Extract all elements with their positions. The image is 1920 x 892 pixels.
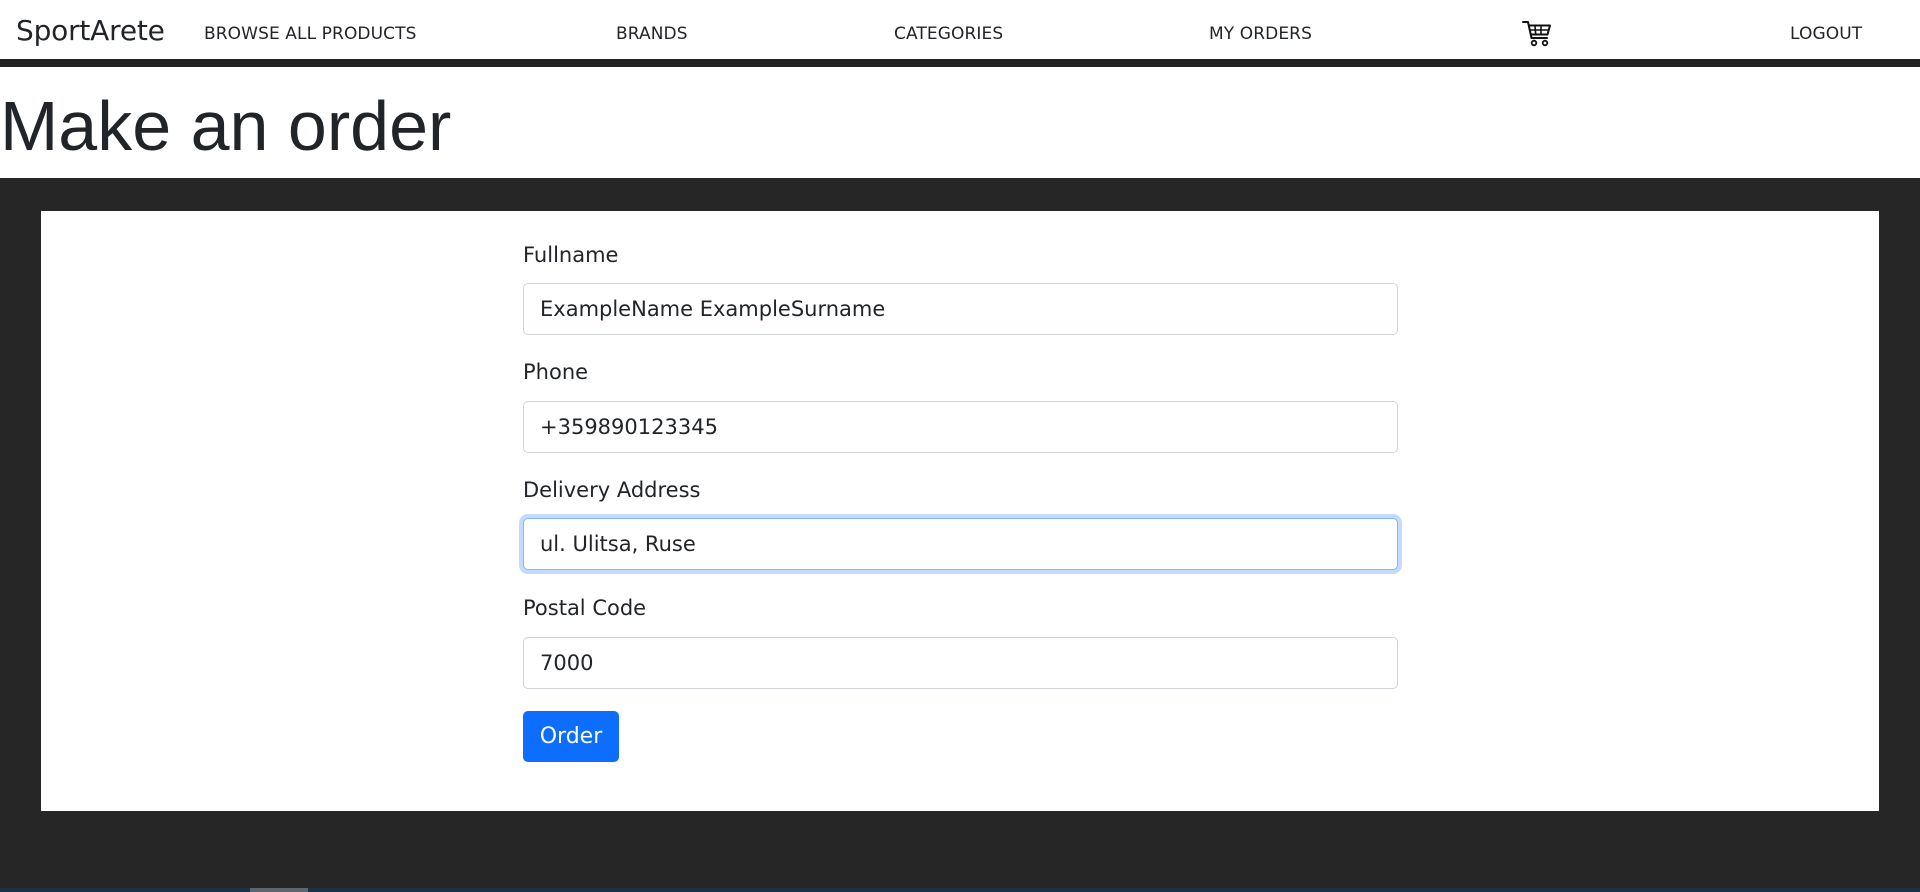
page-header: Make an order xyxy=(0,67,1920,178)
nav-browse-all-products[interactable]: BROWSE ALL PRODUCTS xyxy=(204,24,417,44)
scrollbar-thumb[interactable] xyxy=(250,888,308,892)
brand-logo-link[interactable]: SportArete xyxy=(16,14,165,47)
fullname-label: Fullname xyxy=(523,243,619,267)
phone-label: Phone xyxy=(523,360,589,384)
postal-code-label: Postal Code xyxy=(523,596,647,620)
postal-code-input[interactable] xyxy=(523,637,1398,689)
phone-input[interactable] xyxy=(523,401,1398,453)
order-button[interactable]: Order xyxy=(523,711,619,762)
nav-categories[interactable]: CATEGORIES xyxy=(894,24,1003,44)
page-title: Make an order xyxy=(0,87,452,165)
delivery-address-input[interactable] xyxy=(523,518,1398,570)
fullname-input[interactable] xyxy=(523,283,1398,335)
shopping-cart-icon[interactable] xyxy=(1522,19,1552,47)
cart-icon-graphic xyxy=(1522,21,1551,47)
nav-my-orders[interactable]: MY ORDERS xyxy=(1209,24,1312,44)
nav-brands[interactable]: BRANDS xyxy=(616,24,688,44)
top-navbar: SportArete BROWSE ALL PRODUCTS BRANDS CA… xyxy=(0,0,1920,67)
nav-logout[interactable]: LOGOUT xyxy=(1790,24,1862,44)
delivery-address-label: Delivery Address xyxy=(523,478,701,502)
order-form-card: Fullname Phone Delivery Address Postal C… xyxy=(41,211,1879,811)
